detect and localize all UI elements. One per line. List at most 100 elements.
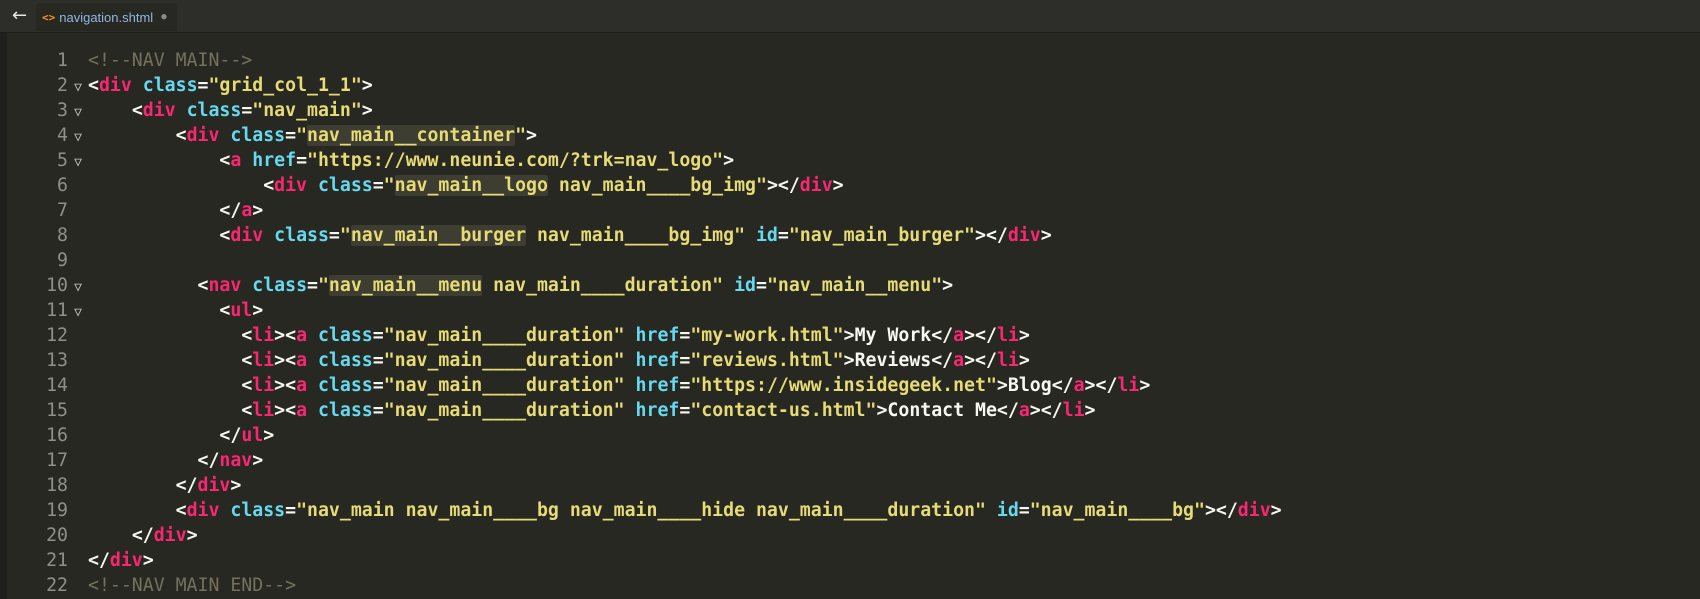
code-text: <div class="nav_main nav_main____bg nav_… bbox=[88, 500, 1282, 521]
code-line[interactable]: 12 <li><a class="nav_main____duration" h… bbox=[0, 323, 1282, 348]
token-pun: = bbox=[372, 325, 384, 346]
code-line[interactable]: 10 ▽ <nav class="nav_main__menu nav_main_… bbox=[0, 273, 1282, 298]
token-attr: class bbox=[252, 275, 308, 296]
token-pun: < bbox=[175, 125, 187, 146]
code-line[interactable]: 15 <li><a class="nav_main____duration" h… bbox=[0, 398, 1282, 423]
token-tag: a bbox=[296, 350, 308, 371]
code-line[interactable]: 16 </ul> bbox=[0, 423, 1282, 448]
fold-arrow-icon[interactable]: ▽ bbox=[68, 275, 88, 300]
token-str: nav_main__burger bbox=[350, 225, 527, 246]
code-line[interactable]: 18 </div> bbox=[0, 473, 1282, 498]
token-str: " bbox=[296, 125, 308, 146]
token-pun: = bbox=[777, 225, 789, 246]
token-pun bbox=[307, 375, 318, 396]
line-number: 22 bbox=[46, 575, 68, 596]
token-tag: div bbox=[109, 550, 143, 571]
line-number: 17 bbox=[46, 450, 68, 471]
token-pun bbox=[219, 125, 230, 146]
token-tag: div bbox=[98, 75, 132, 96]
line-number: 14 bbox=[46, 375, 68, 396]
token-tag: div bbox=[1237, 500, 1271, 521]
code-line[interactable]: 22 <!--NAV MAIN END--> bbox=[0, 573, 1282, 598]
token-pun bbox=[132, 75, 143, 96]
token-str: "nav_main nav_main____bg nav_main____hid… bbox=[296, 500, 986, 521]
code-text: <ul> bbox=[88, 300, 263, 321]
token-pun: > bbox=[230, 475, 242, 496]
code-line[interactable]: 19 <div class="nav_main nav_main____bg n… bbox=[0, 498, 1282, 523]
token-pun: = bbox=[1018, 500, 1030, 521]
code-line[interactable]: 7 </a> bbox=[0, 198, 1282, 223]
token-str: " bbox=[515, 125, 527, 146]
code-line[interactable]: 4 ▽ <div class="nav_main__container"> bbox=[0, 123, 1282, 148]
token-pun: > bbox=[1040, 225, 1052, 246]
token-pun: = bbox=[307, 275, 318, 296]
fold-arrow-icon[interactable]: ▽ bbox=[68, 125, 88, 150]
code-text: </a> bbox=[88, 200, 263, 221]
token-pun: = bbox=[197, 75, 209, 96]
code-line[interactable]: 5 ▽ <a href="https://www.neunie.com/?trk=… bbox=[0, 148, 1282, 173]
code-line[interactable]: 11 ▽ <ul> bbox=[0, 298, 1282, 323]
token-str: "nav_main" bbox=[252, 100, 362, 121]
token-pun bbox=[307, 350, 318, 371]
token-pun: > bbox=[1018, 325, 1030, 346]
fold-arrow-icon[interactable]: ▽ bbox=[68, 300, 88, 325]
token-pun: > bbox=[526, 125, 537, 146]
token-tag: a bbox=[241, 200, 253, 221]
token-pun: > bbox=[723, 150, 735, 171]
token-tag: a bbox=[1073, 375, 1085, 396]
code-line[interactable]: 2 ▽ <div class="grid_col_1_1"> bbox=[0, 73, 1282, 98]
fold-arrow-icon[interactable]: ▽ bbox=[68, 75, 88, 100]
token-pun: > bbox=[876, 400, 888, 421]
code-line[interactable]: 6 <div class="nav_main__logo nav_main___… bbox=[0, 173, 1282, 198]
code-line[interactable]: 21 </div> bbox=[0, 548, 1282, 573]
line-number: 16 bbox=[46, 425, 68, 446]
token-pun: < bbox=[241, 325, 253, 346]
token-tag: div bbox=[197, 475, 231, 496]
token-pun: > bbox=[942, 275, 954, 296]
tab-navigation-shtml[interactable]: <> navigation.shtml ● bbox=[36, 3, 177, 31]
token-attr: class bbox=[230, 125, 286, 146]
token-pun: > bbox=[1139, 375, 1151, 396]
fold-arrow-icon[interactable]: ▽ bbox=[68, 150, 88, 175]
code-text: <nav class="nav_main__menu nav_main____d… bbox=[88, 275, 953, 296]
token-pun: = bbox=[296, 150, 308, 171]
token-pun: ></ bbox=[964, 325, 997, 346]
code-text: <li><a class="nav_main____duration" href… bbox=[88, 400, 1095, 421]
token-str: "nav_main____duration" bbox=[383, 375, 625, 396]
fold-arrow-icon[interactable]: ▽ bbox=[68, 100, 88, 125]
token-attr: class bbox=[317, 350, 373, 371]
code-editor[interactable]: 1 <!--NAV MAIN--> 2 ▽ <div class="grid_col_1… bbox=[0, 33, 1700, 599]
token-str: "reviews.html" bbox=[690, 350, 844, 371]
left-arrow-icon[interactable]: ← bbox=[12, 5, 32, 27]
code-line[interactable]: 1 <!--NAV MAIN--> bbox=[0, 48, 1282, 73]
token-tag: li bbox=[252, 375, 275, 396]
token-pun: = bbox=[679, 325, 691, 346]
code-text: </div> bbox=[88, 525, 198, 546]
code-line[interactable]: 14 <li><a class="nav_main____duration" h… bbox=[0, 373, 1282, 398]
token-tag: div bbox=[274, 175, 308, 196]
token-pun: </ bbox=[131, 525, 154, 546]
code-line[interactable]: 9 bbox=[0, 248, 1282, 273]
code-line[interactable]: 20 </div> bbox=[0, 523, 1282, 548]
token-tag: li bbox=[252, 325, 275, 346]
line-number: 7 bbox=[57, 200, 68, 221]
unsaved-dot-icon[interactable]: ● bbox=[161, 12, 166, 22]
token-attr: href bbox=[635, 375, 680, 396]
token-str: nav_main____duration" bbox=[482, 275, 724, 296]
token-pun: < bbox=[219, 225, 231, 246]
code-line[interactable]: 3 ▽ <div class="nav_main"> bbox=[0, 98, 1282, 123]
token-pun: = bbox=[285, 125, 297, 146]
token-attr: class bbox=[317, 325, 373, 346]
code-line[interactable]: 13 <li><a class="nav_main____duration" h… bbox=[0, 348, 1282, 373]
code-line[interactable]: 8 <div class="nav_main__burger nav_main_… bbox=[0, 223, 1282, 248]
code-line[interactable]: 17 </nav> bbox=[0, 448, 1282, 473]
token-pun bbox=[176, 100, 187, 121]
token-pun: </ bbox=[219, 200, 242, 221]
token-str: "contact-us.html" bbox=[690, 400, 877, 421]
